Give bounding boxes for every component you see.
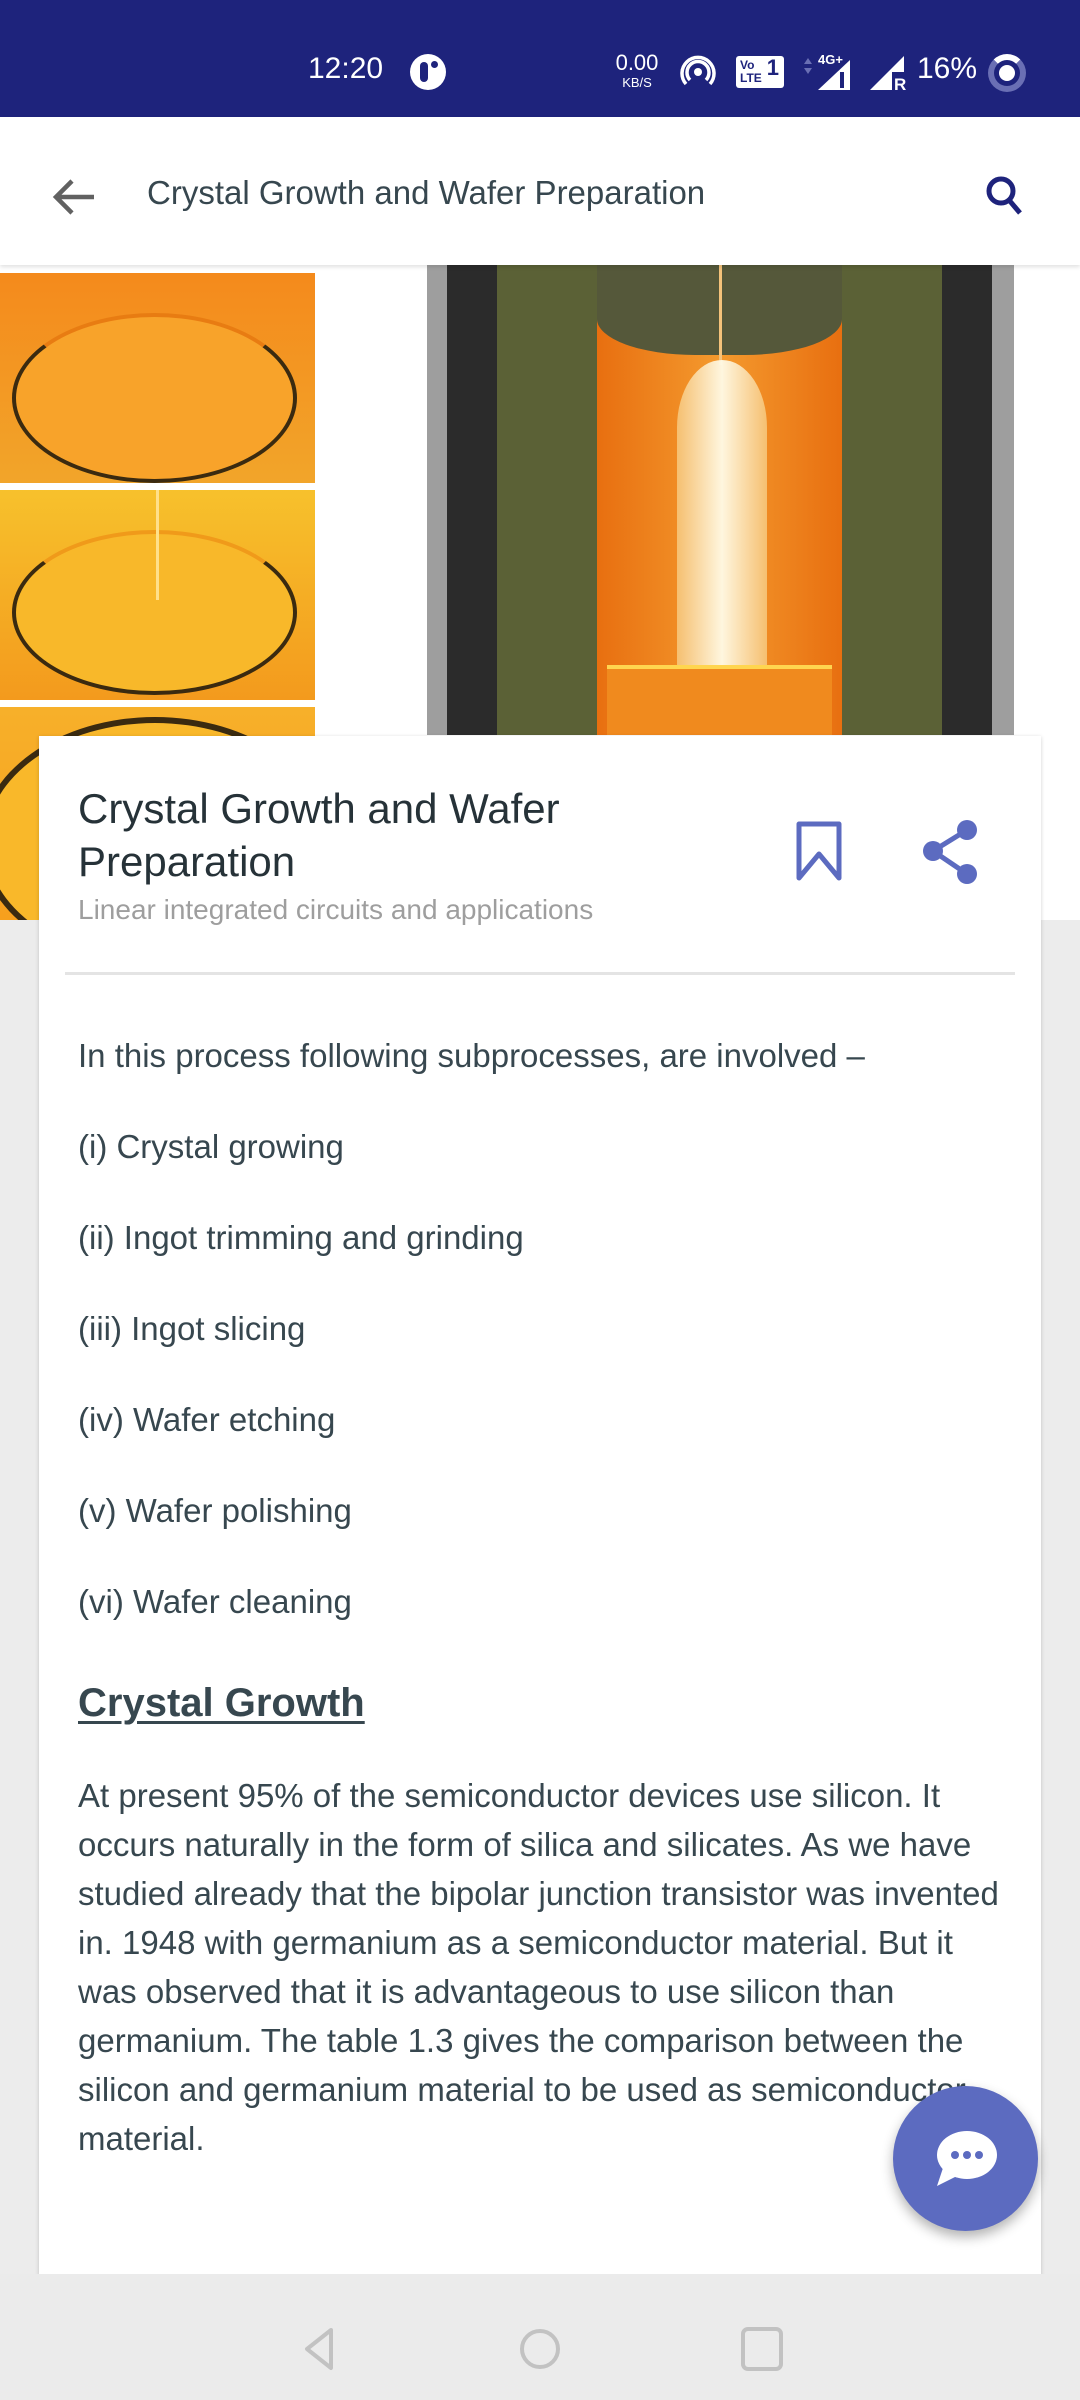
share-icon <box>923 820 977 884</box>
volte-label-top: Vo <box>740 58 755 72</box>
network-type-label: 4G+ <box>818 52 843 67</box>
nav-recents-button[interactable] <box>737 2324 787 2374</box>
article-content: In this process following subprocesses, … <box>78 1036 1008 2163</box>
search-button[interactable] <box>978 169 1034 225</box>
section-heading: Crystal Growth <box>78 1681 365 1725</box>
nav-home-button[interactable] <box>515 2324 565 2374</box>
network-speed-value: 0.00 <box>615 50 659 75</box>
system-nav-bar <box>0 2274 1080 2400</box>
clock: 12:20 <box>308 52 384 85</box>
volte-label-bottom: LTE <box>740 71 762 85</box>
bookmark-button[interactable] <box>791 818 851 888</box>
app-notification-icon <box>410 54 446 90</box>
intro-text: In this process following subprocesses, … <box>78 1037 865 1074</box>
bookmark-icon <box>796 821 842 881</box>
article-title: Crystal Growth and Wafer Preparation <box>78 785 560 885</box>
network-speed-unit: KB/S <box>622 75 652 90</box>
subprocess-item: (i) Crystal growing <box>78 1128 344 1165</box>
furnace-illustration <box>427 265 1014 735</box>
chat-bubble-icon <box>937 2131 997 2186</box>
recents-nav-icon <box>741 2327 783 2371</box>
nav-back-button[interactable] <box>295 2324 345 2374</box>
app-bar: Crystal Growth and Wafer Preparation <box>0 117 1080 265</box>
volte-icon: Vo LTE 1 <box>736 56 784 88</box>
subprocess-item: (iii) Ingot slicing <box>78 1310 306 1347</box>
divider <box>65 972 1015 975</box>
subprocess-item: (vi) Wafer cleaning <box>78 1583 352 1620</box>
article-subtitle: Linear integrated circuits and applicati… <box>78 894 594 925</box>
subprocess-item: (iv) Wafer etching <box>78 1401 336 1438</box>
battery-icon <box>988 54 1026 92</box>
roaming-label: R <box>894 75 906 92</box>
back-nav-icon <box>305 2328 333 2370</box>
app-bar-title: Crystal Growth and Wafer Preparation <box>147 174 706 211</box>
network-speed: 0.00 KB/S <box>615 50 659 90</box>
crucible-panel-2 <box>0 490 315 700</box>
search-icon <box>986 176 1022 215</box>
subprocess-item: (ii) Ingot trimming and grinding <box>78 1219 524 1256</box>
hotspot-icon <box>680 54 716 95</box>
back-button[interactable] <box>44 167 104 227</box>
home-nav-icon <box>520 2329 560 2369</box>
signal-roaming-icon: R <box>868 52 912 97</box>
signal-4g-icon: 4G+ <box>800 52 856 97</box>
article-card: Crystal Growth and Wafer Preparation Lin… <box>39 736 1041 2276</box>
crucible-panel-1 <box>0 273 315 483</box>
status-bar: 12:20 0.00 KB/S Vo LTE 1 4G+ R 16% <box>0 0 1080 117</box>
chat-fab-button[interactable] <box>893 2086 1038 2231</box>
section-paragraph: At present 95% of the semiconductor devi… <box>78 1777 999 2157</box>
share-button[interactable] <box>915 818 985 888</box>
arrow-left-icon <box>52 179 94 215</box>
subprocess-item: (v) Wafer polishing <box>78 1492 352 1529</box>
battery-percent: 16% <box>917 52 978 85</box>
sim-slot: 1 <box>766 55 779 80</box>
